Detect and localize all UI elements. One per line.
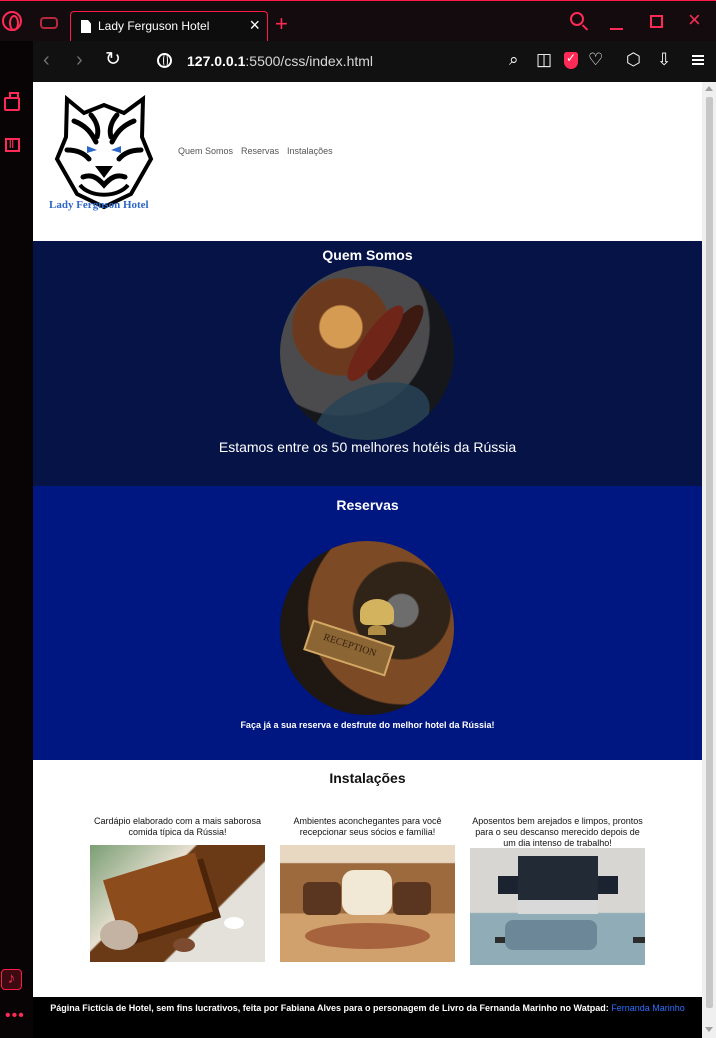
tab-close-icon[interactable]: ×	[249, 15, 260, 36]
top-navigation: Quem Somos Reservas Instalações	[178, 146, 333, 156]
shoes-photo	[280, 266, 454, 440]
tiger-logo-icon	[54, 95, 154, 210]
heart-icon[interactable]: ♡	[588, 51, 603, 68]
hotel-header: Lady Ferguson Hotel Quem Somos Reservas …	[33, 82, 702, 241]
minimize-window-button[interactable]	[610, 28, 623, 30]
vertical-scrollbar[interactable]	[702, 82, 716, 1038]
reload-icon[interactable]: ↻	[105, 50, 121, 70]
document-icon	[81, 20, 91, 33]
lobby-description: Ambientes aconchegantes para você recepc…	[293, 816, 442, 837]
nav-link-instalacoes[interactable]: Instalações	[287, 146, 333, 156]
footer-author-link[interactable]: Fernanda Marinho	[611, 1003, 685, 1013]
search-icon[interactable]: ⌕	[509, 51, 519, 68]
address-bar: ‹ › ↻ 127.0.0.1:5500/css/index.html ⌕ ◫ …	[33, 41, 716, 82]
opera-icon[interactable]	[2, 11, 22, 31]
gamepad-icon[interactable]	[40, 17, 58, 29]
footer-text: Página Fictícia de Hotel, sem fins lucra…	[50, 1003, 612, 1013]
site-info-icon[interactable]	[157, 53, 172, 68]
nav-link-reservas[interactable]: Reservas	[241, 146, 279, 156]
reservas-caption: Faça já a sua reserva e desfrute do melh…	[240, 720, 495, 730]
about-title: Quem Somos	[322, 247, 413, 263]
back-icon[interactable]: ‹	[43, 50, 50, 70]
installations-title: Instalações	[329, 770, 406, 786]
nav-link-quem-somos[interactable]: Quem Somos	[178, 146, 233, 156]
music-icon[interactable]: ♪	[1, 969, 22, 990]
scroll-down-icon[interactable]	[705, 1027, 713, 1032]
food-description: Cardápio elaborado com a mais saborosa c…	[93, 816, 262, 837]
download-icon[interactable]: ⇩	[657, 51, 671, 68]
close-window-icon[interactable]: ×	[688, 7, 701, 33]
about-caption: Estamos entre os 50 melhores hotéis da R…	[218, 439, 517, 455]
browser-sidebar: ♪ •••	[0, 41, 33, 1038]
installations-section: Instalações Cardápio elaborado com a mai…	[33, 760, 702, 997]
about-section: Quem Somos Estamos entre os 50 melhores …	[33, 241, 702, 486]
web-page-viewport: Lady Ferguson Hotel Quem Somos Reservas …	[33, 82, 716, 1038]
camera-icon[interactable]: ◫	[536, 51, 552, 68]
twitch-icon[interactable]	[5, 138, 20, 152]
shield-icon[interactable]	[564, 51, 578, 69]
browser-tab-strip: Lady Ferguson Hotel × + ×	[0, 0, 716, 42]
room-photo	[470, 848, 645, 965]
reservas-title: Reservas	[336, 497, 399, 513]
scroll-thumb[interactable]	[706, 97, 713, 1008]
more-icon[interactable]: •••	[5, 1007, 25, 1025]
shopping-bag-icon[interactable]	[4, 92, 20, 111]
url-host: 127.0.0.1	[187, 53, 246, 69]
forward-icon[interactable]: ›	[76, 50, 83, 70]
settings-icon[interactable]	[692, 55, 704, 65]
food-photo	[90, 845, 265, 962]
tab-title: Lady Ferguson Hotel	[98, 19, 210, 33]
lobby-photo	[280, 845, 455, 962]
search-icon[interactable]	[570, 12, 584, 26]
reservas-section: Reservas Faça já a sua reserva e desfrut…	[33, 486, 702, 760]
logo-text: Lady Ferguson Hotel	[49, 199, 149, 211]
url-input[interactable]: 127.0.0.1:5500/css/index.html	[187, 53, 373, 69]
active-browser-tab[interactable]: Lady Ferguson Hotel ×	[70, 11, 268, 42]
box-icon[interactable]: ⬡	[626, 51, 641, 68]
url-path: :5500/css/index.html	[245, 53, 374, 69]
reception-photo	[280, 541, 454, 715]
page-footer: Página Fictícia de Hotel, sem fins lucra…	[33, 997, 702, 1038]
scroll-up-icon[interactable]	[705, 86, 713, 91]
maximize-window-button[interactable]	[650, 15, 663, 28]
new-tab-button[interactable]: +	[275, 11, 288, 37]
room-description: Aposentos bem arejados e limpos, prontos…	[472, 816, 643, 848]
